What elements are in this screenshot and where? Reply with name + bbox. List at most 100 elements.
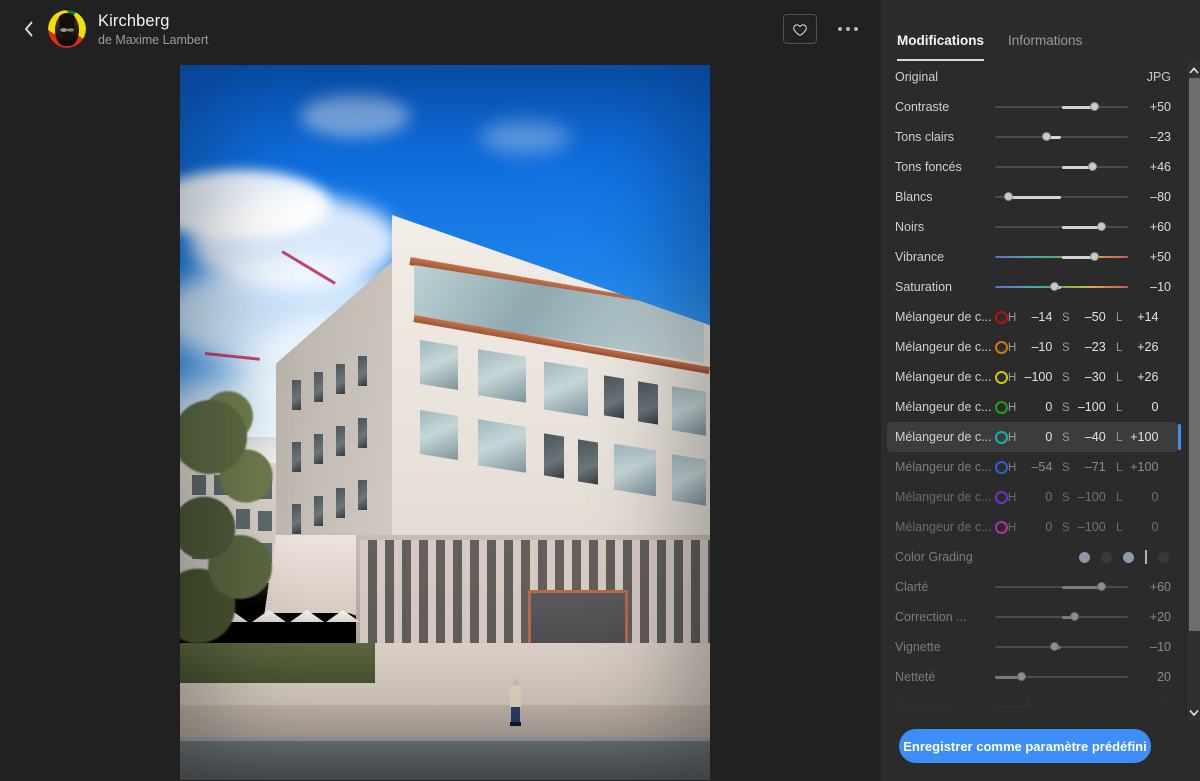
row-label: Réduction ... <box>895 700 966 714</box>
slider-reduction[interactable] <box>995 700 1128 714</box>
pedestrian <box>510 678 521 726</box>
row-color-mixer-blue[interactable]: Mélangeur de c... H –54 S –71 L +100 <box>881 452 1185 482</box>
row-label: Saturation <box>895 280 952 294</box>
row-label: Clarté <box>895 580 929 594</box>
color-swatch-icon <box>995 370 1008 384</box>
hsl-values: H –14 S –50 L +14 <box>1008 310 1159 324</box>
road <box>180 741 710 780</box>
row-color-mixer-magenta[interactable]: Mélangeur de c... H0 S –100 L0 <box>881 512 1185 542</box>
grading-separator <box>1145 550 1147 564</box>
grading-dot[interactable] <box>1158 551 1169 563</box>
chevron-down-icon <box>1188 709 1199 716</box>
like-button[interactable] <box>783 14 817 44</box>
slider-correction[interactable] <box>995 610 1128 624</box>
row-value: +60 <box>1149 220 1171 234</box>
row-label: Noirs <box>895 220 925 234</box>
avatar[interactable] <box>48 10 86 48</box>
tab-informations[interactable]: Informations <box>1008 33 1082 52</box>
slider-blancs[interactable] <box>995 190 1128 204</box>
cloud <box>300 95 410 137</box>
color-grading-dots[interactable] <box>991 550 1179 564</box>
hsl-values: H –100 S –30 L +26 <box>1008 370 1159 384</box>
row-vibrance[interactable]: Vibrance +50 <box>881 242 1185 272</box>
scroll-down-button[interactable] <box>1187 704 1200 720</box>
save-preset-button[interactable]: Enregistrer comme paramètre prédéfini <box>899 729 1151 763</box>
hsl-values: H0 S –100 L0 <box>1008 400 1159 414</box>
scrollbar-thumb[interactable] <box>1189 78 1200 631</box>
row-label: Mélangeur de c... <box>895 370 991 384</box>
row-no-slider <box>995 70 1128 84</box>
row-label: Mélangeur de c... <box>895 460 991 474</box>
row-label: Tons foncés <box>895 160 962 174</box>
row-label: Mélangeur de c... <box>895 490 991 504</box>
slider-noirs[interactable] <box>995 220 1128 234</box>
row-value: –80 <box>1150 190 1171 204</box>
back-button[interactable] <box>14 14 44 44</box>
row-vignette[interactable]: Vignette –10 <box>881 632 1185 662</box>
chevron-left-icon <box>24 21 33 37</box>
heart-icon <box>793 23 807 36</box>
row-value: +50 <box>1149 100 1171 114</box>
cloud <box>480 120 570 154</box>
grading-dot[interactable] <box>1101 551 1112 563</box>
color-swatch-icon <box>995 520 1008 534</box>
row-label: Netteté <box>895 670 936 684</box>
row-color-grading[interactable]: Color Grading <box>881 542 1185 572</box>
slider-clarte[interactable] <box>995 580 1128 594</box>
row-label: Mélangeur de c... <box>895 400 991 414</box>
row-label: Mélangeur de c... <box>895 430 991 444</box>
row-color-mixer-aqua[interactable]: Mélangeur de c... H0 S –40 L +100 <box>887 422 1181 452</box>
row-color-mixer-orange[interactable]: Mélangeur de c... H –10 S –23 L +26 <box>881 332 1185 362</box>
row-color-mixer-yellow[interactable]: Mélangeur de c... H –100 S –30 L +26 <box>881 362 1185 392</box>
row-correction[interactable]: Correction ... +20 <box>881 602 1185 632</box>
row-original[interactable]: Original JPG <box>881 62 1185 92</box>
hsl-values: H0 S –100 L0 <box>1008 490 1159 504</box>
row-blancs[interactable]: Blancs –80 <box>881 182 1185 212</box>
panel-tabs: Modifications Informations <box>881 0 1200 61</box>
grading-dot[interactable] <box>1123 551 1134 563</box>
row-value: –10 <box>1150 640 1171 654</box>
row-value: +50 <box>1149 250 1171 264</box>
slider-tons-clairs[interactable] <box>995 130 1128 144</box>
ellipsis-dot <box>846 27 850 31</box>
row-reduction[interactable]: Réduction ... 25 <box>881 692 1185 720</box>
row-color-mixer-green[interactable]: Mélangeur de c... H0 S –100 L0 <box>881 392 1185 422</box>
photo-kirchberg[interactable] <box>180 65 710 780</box>
row-value: 20 <box>1157 670 1171 684</box>
slider-vibrance[interactable] <box>995 250 1128 264</box>
scroll-up-button[interactable] <box>1187 62 1200 78</box>
ellipsis-dot <box>838 27 842 31</box>
more-options-button[interactable] <box>833 17 863 41</box>
chevron-up-icon <box>1188 66 1199 74</box>
title-block: Kirchberg de Maxime Lambert <box>98 11 208 48</box>
row-label: Color Grading <box>895 550 973 564</box>
row-color-mixer-red[interactable]: Mélangeur de c... H –14 S –50 L +14 <box>881 302 1185 332</box>
settings-list: Original JPG Contraste +50 Tons clairs –… <box>881 62 1185 720</box>
scrollbar-track[interactable] <box>1188 78 1200 704</box>
edit-panel: Modifications Informations Original JPG … <box>881 0 1200 781</box>
row-noirs[interactable]: Noirs +60 <box>881 212 1185 242</box>
row-contraste[interactable]: Contraste +50 <box>881 92 1185 122</box>
slider-tons-fonces[interactable] <box>995 160 1128 174</box>
row-color-mixer-purple[interactable]: Mélangeur de c... H0 S –100 L0 <box>881 482 1185 512</box>
slider-saturation[interactable] <box>995 280 1128 294</box>
row-value: +60 <box>1149 580 1171 594</box>
row-label: Original <box>895 70 939 84</box>
panel-scrollbar[interactable] <box>1186 62 1200 720</box>
tree <box>180 385 294 645</box>
row-nettete[interactable]: Netteté 20 <box>881 662 1185 692</box>
author-label: de Maxime Lambert <box>98 32 209 47</box>
row-tons-clairs[interactable]: Tons clairs –23 <box>881 122 1185 152</box>
row-label: Vibrance <box>895 250 945 264</box>
row-tons-fonces[interactable]: Tons foncés +46 <box>881 152 1185 182</box>
color-swatch-icon <box>995 460 1008 474</box>
row-value: +20 <box>1149 610 1171 624</box>
row-saturation[interactable]: Saturation –10 <box>881 272 1185 302</box>
tab-modifications[interactable]: Modifications <box>897 33 984 61</box>
grading-dot[interactable] <box>1079 551 1090 563</box>
slider-vignette[interactable] <box>995 640 1128 654</box>
row-clarte[interactable]: Clarté +60 <box>881 572 1185 602</box>
slider-contraste[interactable] <box>995 100 1128 114</box>
row-label: Contraste <box>895 100 950 114</box>
slider-nettete[interactable] <box>995 670 1128 684</box>
